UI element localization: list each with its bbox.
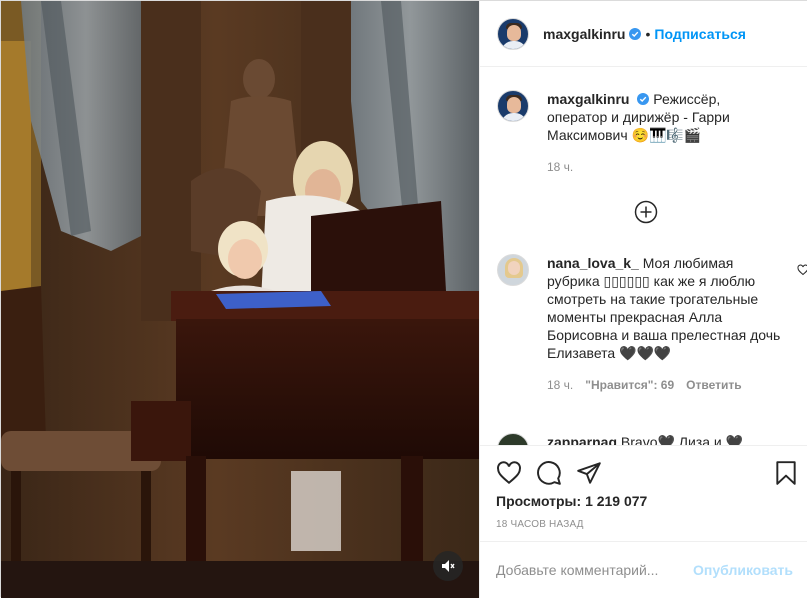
heart-icon[interactable]: [496, 460, 522, 486]
views-count[interactable]: Просмотры: 1 219 077: [496, 493, 647, 509]
comment-username[interactable]: nana_lova_k_: [547, 255, 639, 271]
follow-button[interactable]: Подписаться: [654, 26, 746, 42]
author-username[interactable]: maxgalkinru: [543, 26, 625, 42]
post-timestamp[interactable]: 18 ЧАСОВ НАЗАД: [496, 519, 584, 530]
mute-icon: [442, 560, 455, 572]
post-dialog: maxgalkinru • Подписаться maxgalkinru Ре…: [0, 0, 807, 598]
verified-badge-icon: [637, 93, 650, 105]
comment-text: Bravo🖤 Лиза и 🖤: [620, 434, 744, 445]
load-more-plus-icon[interactable]: [634, 200, 658, 224]
comment-item: nana_lova_k_ Моя любимая рубрика ▯▯▯▯▯▯ …: [497, 254, 807, 394]
post-actions: Просмотры: 1 219 077 18 ЧАСОВ НАЗАД: [480, 445, 807, 541]
share-icon[interactable]: [576, 460, 602, 486]
views-number: 1 219 077: [585, 493, 648, 509]
post-header: maxgalkinru • Подписаться: [480, 1, 807, 67]
mute-button[interactable]: [433, 551, 463, 581]
caption-author-avatar[interactable]: [497, 90, 529, 122]
comment-input[interactable]: [496, 562, 694, 578]
caption-username[interactable]: maxgalkinru: [547, 91, 629, 107]
comment-time[interactable]: 18 ч.: [547, 376, 573, 394]
caption-item: maxgalkinru Режиссёр, оператор и дирижёр…: [497, 90, 797, 176]
caption-time[interactable]: 18 ч.: [547, 158, 573, 176]
commenter-avatar[interactable]: [497, 254, 529, 286]
comment-item: zapparnag Bravo🖤 Лиза и 🖤: [497, 433, 797, 445]
bookmark-icon[interactable]: [773, 460, 799, 486]
commenter-avatar[interactable]: [497, 433, 529, 445]
views-label: Просмотры:: [496, 493, 582, 509]
header-separator: •: [645, 25, 651, 42]
reply-button[interactable]: Ответить: [686, 376, 741, 394]
publish-button[interactable]: Опубликовать: [693, 562, 793, 578]
verified-badge-icon: [629, 27, 642, 40]
video-frame: [1, 1, 479, 598]
comment-likes[interactable]: "Нравится": 69: [585, 376, 674, 394]
author-avatar[interactable]: [497, 17, 529, 50]
video-player[interactable]: [1, 1, 479, 598]
comment-username[interactable]: zapparnag: [547, 434, 617, 445]
heart-icon[interactable]: [797, 264, 807, 276]
comments-list[interactable]: maxgalkinru Режиссёр, оператор и дирижёр…: [480, 67, 807, 445]
post-sidebar: maxgalkinru • Подписаться maxgalkinru Ре…: [479, 1, 807, 598]
comment-icon[interactable]: [536, 460, 562, 486]
comment-composer: Опубликовать: [480, 541, 807, 598]
